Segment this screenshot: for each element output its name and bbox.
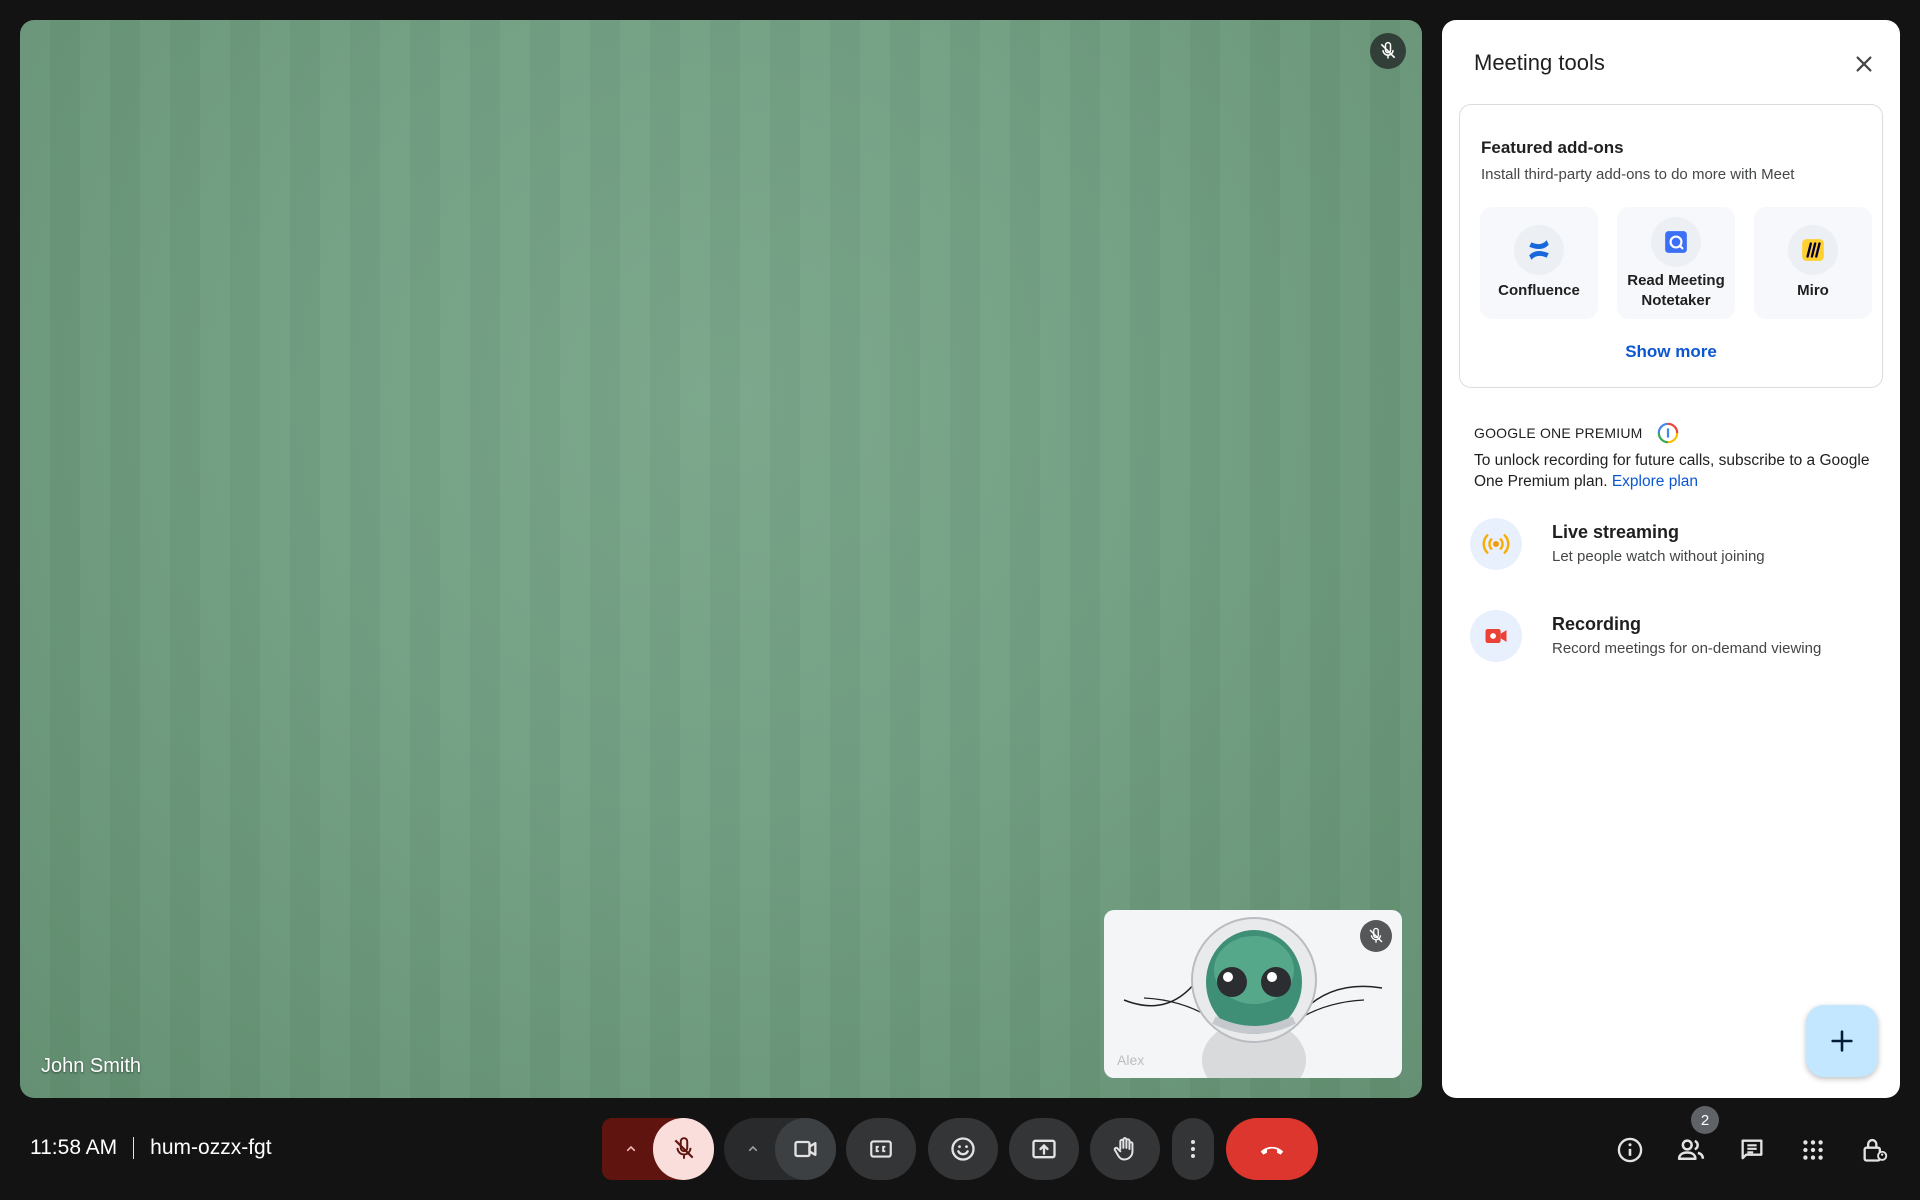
add-button[interactable] [1806, 1005, 1878, 1077]
activities-button[interactable] [1793, 1130, 1833, 1170]
closed-captions-icon [870, 1140, 892, 1158]
people-button[interactable] [1671, 1130, 1711, 1170]
google-one-title: GOOGLE ONE PREMIUM [1474, 425, 1643, 441]
present-screen-button[interactable] [1009, 1118, 1079, 1180]
present-screen-icon [1032, 1139, 1056, 1159]
show-more-link[interactable]: Show more [1460, 342, 1882, 362]
self-name-label: Alex [1117, 1052, 1145, 1068]
host-controls-button[interactable] [1854, 1130, 1894, 1170]
mic-off-icon [674, 1137, 693, 1159]
recording-option[interactable]: Recording Record meetings for on-demand … [1470, 610, 1870, 670]
close-icon [1856, 56, 1872, 72]
emoji-icon [951, 1137, 975, 1161]
video-camera-icon [793, 1140, 816, 1158]
featured-addons-card: Featured add-ons Install third-party add… [1459, 104, 1883, 388]
meeting-tools-panel: Meeting tools Featured add-ons Install t… [1442, 20, 1900, 1098]
addon-read-meeting-notetaker[interactable]: Read Meeting Notetaker [1617, 207, 1735, 319]
read-notetaker-icon [1651, 217, 1701, 267]
info-icon [1617, 1137, 1643, 1163]
tool-title: Recording [1552, 614, 1642, 634]
apps-grid-icon [1803, 1140, 1823, 1160]
raise-hand-button[interactable] [1090, 1118, 1160, 1180]
miro-icon [1788, 225, 1838, 275]
explore-plan-link[interactable]: Explore plan [1612, 473, 1698, 490]
tool-subtitle: Record meetings for on-demand viewing [1552, 640, 1822, 657]
addons-subtitle: Install third-party add-ons to do more w… [1481, 166, 1795, 183]
addons-title: Featured add-ons [1481, 138, 1624, 157]
reactions-button[interactable] [928, 1118, 998, 1180]
chevron-up-icon [626, 1145, 636, 1152]
participants-count-badge: 2 [1691, 1106, 1719, 1134]
alien-avatar-image [1123, 917, 1383, 1078]
plus-icon [1831, 1030, 1853, 1052]
google-one-heading: GOOGLE ONE PREMIUM [1474, 422, 1679, 444]
more-vert-icon [1191, 1140, 1195, 1158]
addon-label: Miro [1797, 282, 1829, 299]
chat-icon [1741, 1139, 1763, 1160]
audio-options-button[interactable] [602, 1118, 660, 1180]
self-muted-icon [1360, 920, 1392, 952]
meeting-code: hum-ozzx-fgt [150, 1136, 272, 1159]
google-one-description: To unlock recording for future calls, su… [1474, 450, 1884, 492]
leave-call-button[interactable] [1226, 1118, 1318, 1180]
chat-button[interactable] [1732, 1130, 1772, 1170]
meeting-time: 11:58 AM [30, 1136, 118, 1159]
tool-subtitle: Let people watch without joining [1552, 548, 1765, 565]
self-view-tile[interactable]: Alex [1104, 910, 1402, 1078]
tool-title: Live streaming [1552, 522, 1680, 542]
addon-miro[interactable]: Miro [1754, 207, 1872, 319]
confluence-icon [1514, 225, 1564, 275]
live-streaming-option[interactable]: Live streaming Let people watch without … [1470, 518, 1870, 578]
participant-muted-icon [1370, 33, 1406, 69]
google-one-icon [1657, 422, 1678, 444]
live-streaming-icon [1470, 518, 1522, 570]
chevron-up-icon [748, 1145, 758, 1152]
recording-icon [1470, 610, 1522, 662]
end-call-icon [1260, 1146, 1284, 1155]
microphone-toggle-button[interactable] [653, 1118, 714, 1180]
captions-button[interactable] [846, 1118, 916, 1180]
video-options-button[interactable] [724, 1118, 782, 1180]
addon-label: Read Meeting Notetaker [1627, 272, 1725, 309]
meeting-details-button[interactable] [1610, 1130, 1650, 1170]
lock-person-icon [1863, 1138, 1888, 1162]
close-panel-button[interactable] [1846, 46, 1882, 82]
hand-icon [1113, 1137, 1134, 1161]
participant-name-label: John Smith [41, 1055, 142, 1077]
panel-title: Meeting tools [1474, 50, 1605, 75]
camera-toggle-button[interactable] [775, 1118, 836, 1180]
addon-confluence[interactable]: Confluence [1480, 207, 1598, 319]
meeting-info: 11:58 AM hum-ozzx-fgt [30, 1136, 272, 1160]
addon-label: Confluence [1498, 282, 1580, 299]
divider [133, 1137, 135, 1159]
people-icon [1677, 1139, 1705, 1160]
more-options-button[interactable] [1172, 1118, 1214, 1180]
